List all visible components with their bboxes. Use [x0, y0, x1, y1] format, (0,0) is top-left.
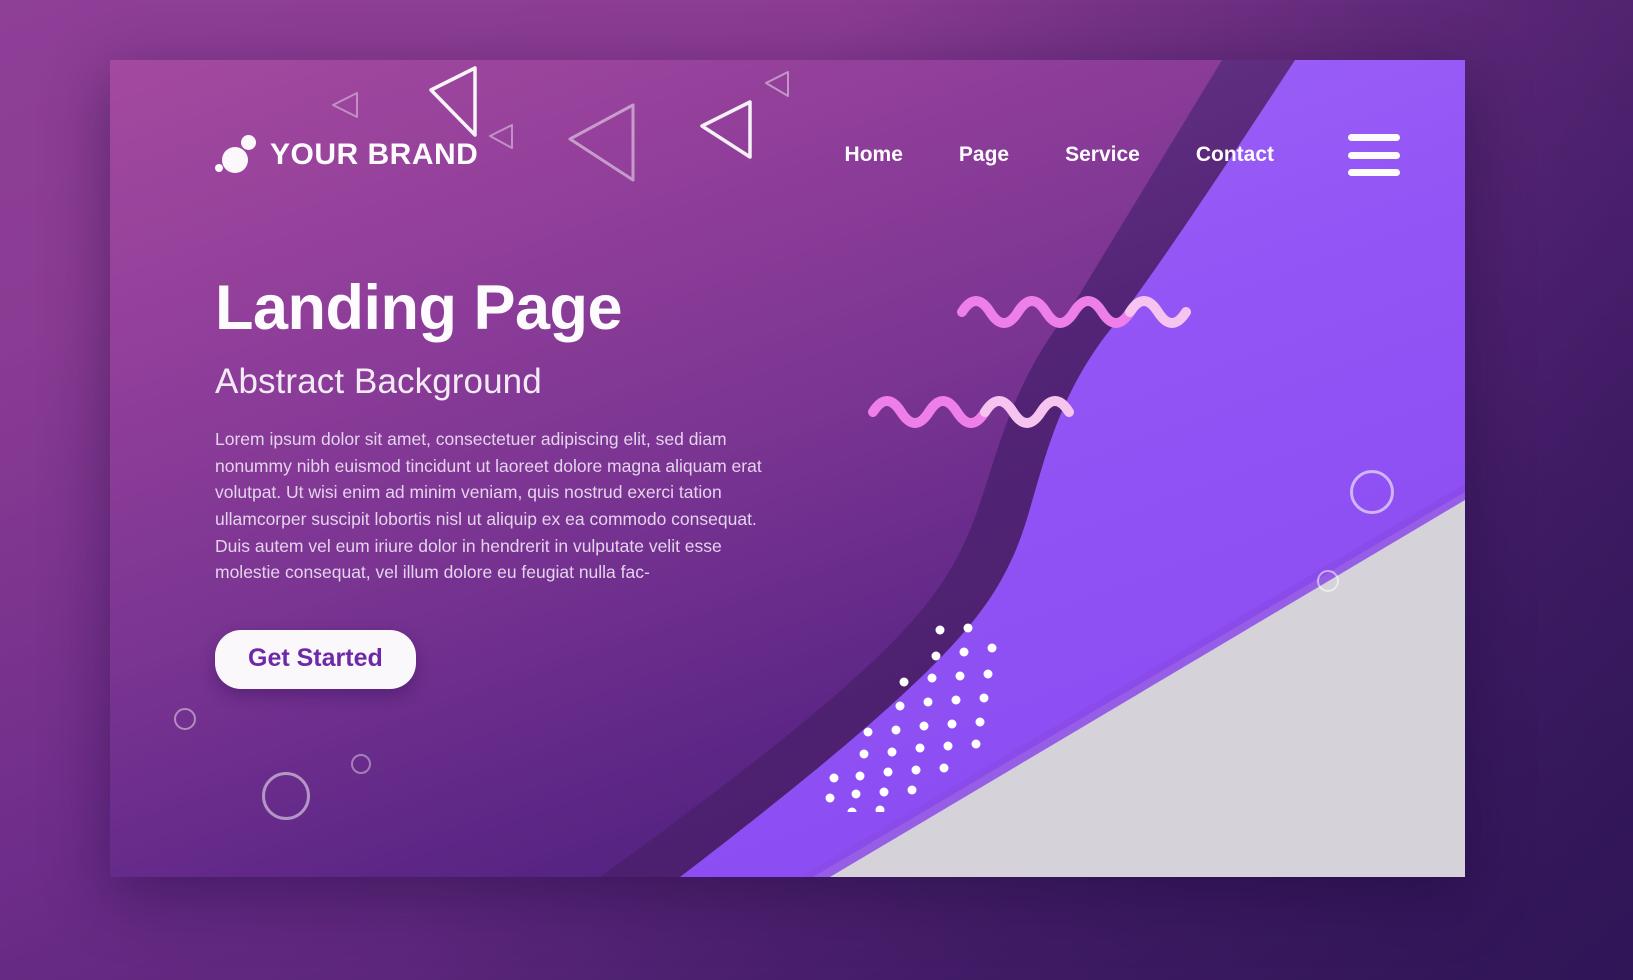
ring-small-right — [1317, 570, 1339, 592]
get-started-button[interactable]: Get Started — [215, 629, 416, 689]
hero-content: Landing Page Abstract Background Lorem i… — [215, 275, 815, 689]
ring-large-right — [1350, 470, 1394, 514]
site-header: YOUR BRAND Home Page Service Contact — [110, 60, 1465, 250]
nav-item-contact[interactable]: Contact — [1168, 143, 1302, 167]
nav-item-page[interactable]: Page — [931, 143, 1037, 167]
main-navigation: Home Page Service Contact — [817, 134, 1400, 176]
wave-bottom — [868, 396, 1074, 428]
dot-grid-pattern — [825, 623, 997, 812]
three-circles-icon — [215, 135, 257, 175]
ring-small-left — [174, 708, 196, 730]
hamburger-menu-icon[interactable] — [1348, 134, 1400, 176]
hero-paragraph: Lorem ipsum dolor sit amet, consectetuer… — [215, 429, 762, 583]
nav-item-service[interactable]: Service — [1037, 143, 1168, 167]
ring-tiny-left — [351, 754, 371, 774]
wave-top — [956, 296, 1191, 328]
brand-logo[interactable]: YOUR BRAND — [215, 135, 478, 175]
ring-large-left — [262, 772, 310, 820]
nav-item-home[interactable]: Home — [817, 143, 931, 167]
brand-name-label: YOUR BRAND — [270, 138, 479, 171]
hero-subtitle: Abstract Background — [215, 362, 542, 402]
hero-banner-card: YOUR BRAND Home Page Service Contact Lan… — [110, 60, 1465, 877]
hero-title: Landing Page — [215, 273, 623, 343]
